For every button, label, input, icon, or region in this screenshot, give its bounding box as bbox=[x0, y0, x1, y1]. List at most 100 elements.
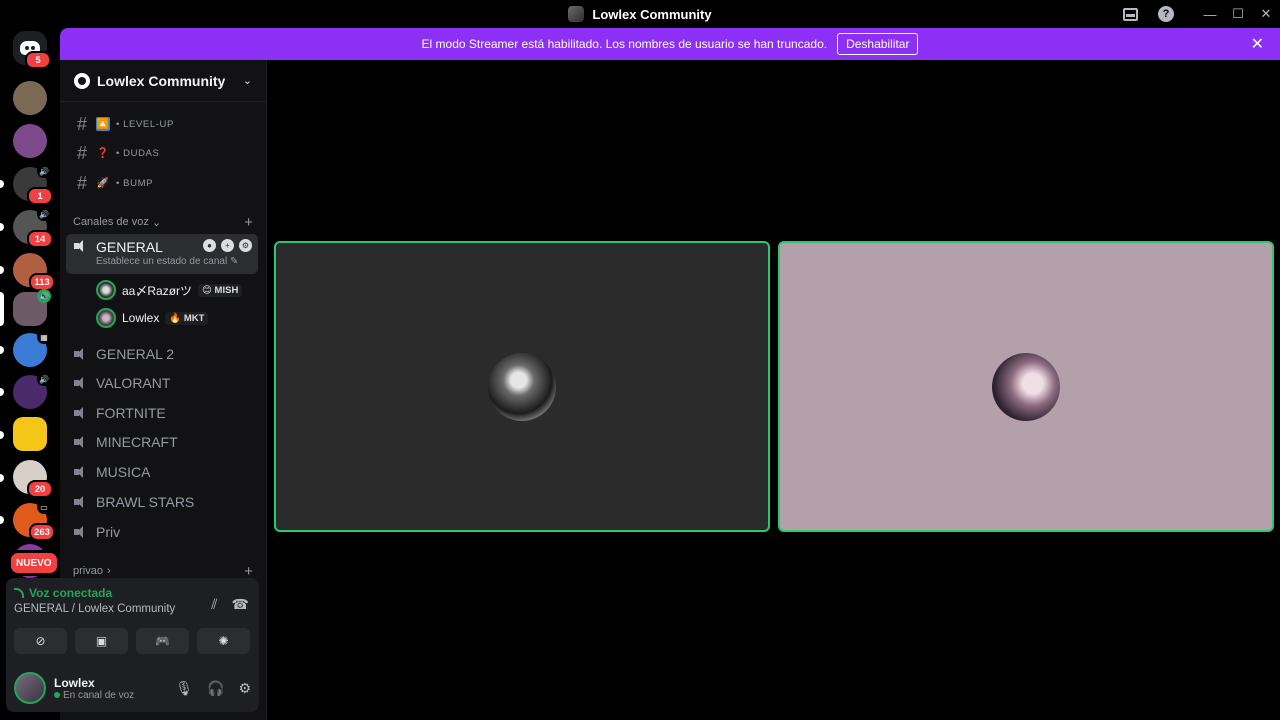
selected-pill bbox=[0, 292, 4, 326]
participant-tile[interactable] bbox=[778, 241, 1274, 532]
streamer-mode-message: El modo Streamer está habilitado. Los no… bbox=[421, 37, 828, 51]
disable-streamer-mode-button[interactable]: Deshabilitar bbox=[837, 33, 919, 55]
member-name: Lowlex bbox=[122, 311, 160, 325]
window-controls: ? — ☐ ✕ bbox=[1116, 0, 1280, 28]
close-banner-icon[interactable]: ✕ bbox=[1251, 34, 1264, 54]
add-channel-icon[interactable]: + bbox=[244, 214, 253, 231]
speaker-icon bbox=[74, 406, 90, 420]
speaker-icon bbox=[74, 495, 90, 509]
unread-pill bbox=[0, 223, 4, 231]
activities-button[interactable]: 🎮 bbox=[136, 628, 189, 654]
avatar bbox=[96, 280, 116, 300]
voice-channel-general-2[interactable]: GENERAL 2 bbox=[66, 340, 258, 368]
disconnect-icon[interactable]: ☎ bbox=[232, 596, 249, 613]
speaker-icon bbox=[74, 435, 90, 449]
chevron-right-icon: › bbox=[106, 565, 111, 577]
voice-channel-brawl-stars[interactable]: BRAWL STARS bbox=[66, 488, 258, 516]
chevron-down-icon: ⌄ bbox=[242, 75, 252, 87]
new-unreads-badge[interactable]: NUEVO bbox=[8, 550, 60, 576]
user-status: En canal de voz bbox=[54, 690, 175, 701]
close-window-button[interactable]: ✕ bbox=[1252, 0, 1280, 28]
text-channel-dudas[interactable]: # ❓ • DUDAS bbox=[74, 141, 159, 165]
guild-name: Lowlex Community bbox=[97, 72, 226, 89]
unread-pill bbox=[0, 388, 4, 396]
camera-off-button[interactable]: ⊘ bbox=[14, 628, 67, 654]
server-icon-recruit[interactable] bbox=[13, 417, 47, 451]
maximize-button[interactable]: ☐ bbox=[1224, 0, 1252, 28]
chat-icon[interactable]: ● bbox=[203, 239, 216, 252]
unread-pill bbox=[0, 474, 4, 482]
speaker-icon bbox=[74, 239, 90, 253]
voice-channel-name: MINECRAFT bbox=[96, 434, 178, 450]
channel-emoji: ❓ bbox=[96, 147, 110, 159]
voice-member[interactable]: Lowlex 🔥 MKT bbox=[96, 307, 209, 329]
voice-category-header[interactable]: Canales de voz ⌄ + bbox=[73, 214, 253, 231]
private-category-header[interactable]: privao › + bbox=[73, 563, 253, 580]
guild-badge-icon bbox=[74, 72, 90, 89]
voice-channel-name: Priv bbox=[96, 524, 121, 540]
voice-channel-fortnite[interactable]: FORTNITE bbox=[66, 399, 258, 427]
voice-channel-name: VALORANT bbox=[96, 375, 171, 391]
gear-icon[interactable]: ⚙ bbox=[238, 680, 251, 697]
voice-channel-general-active[interactable]: GENERAL Establece un estado de canal ✎ ●… bbox=[66, 234, 258, 274]
voice-member[interactable]: aa〆Razørツ 😊 MISH bbox=[96, 279, 243, 301]
server-icon-gw[interactable]: ▦ bbox=[13, 330, 51, 367]
voice-channel-valorant[interactable]: VALORANT bbox=[66, 369, 258, 397]
category-name: Canales de voz bbox=[73, 216, 149, 228]
speaker-icon bbox=[74, 465, 90, 479]
user-controls: 🎙 🎧 ⚙ bbox=[175, 680, 251, 697]
text-channel-bump[interactable]: # 🚀 • BUMP bbox=[74, 171, 153, 195]
signal-icon bbox=[14, 588, 24, 598]
server-icon[interactable]: 🔊 bbox=[13, 372, 51, 409]
member-tag: 🔥 MKT bbox=[165, 311, 209, 325]
server-icon[interactable]: 🔊 1 bbox=[13, 164, 53, 205]
minimize-button[interactable]: — bbox=[1196, 0, 1224, 28]
username: Lowlex bbox=[54, 675, 95, 690]
unread-pill bbox=[0, 516, 4, 524]
voice-channel-priv[interactable]: Priv bbox=[66, 518, 258, 546]
guild-header[interactable]: Lowlex Community ⌄ bbox=[60, 60, 266, 102]
speaker-icon bbox=[74, 376, 90, 390]
unread-pill bbox=[0, 180, 4, 188]
help-icon[interactable]: ? bbox=[1152, 0, 1180, 28]
user-info[interactable]: Lowlex En canal de voz bbox=[54, 676, 175, 701]
voice-activity-icon: 🔊 bbox=[37, 164, 51, 178]
speaker-icon bbox=[74, 347, 90, 361]
channel-name: • DUDAS bbox=[116, 147, 160, 159]
server-icon[interactable]: 20 bbox=[13, 460, 53, 498]
voice-channel-minecraft[interactable]: MINECRAFT bbox=[66, 428, 258, 456]
server-icon[interactable] bbox=[13, 124, 47, 158]
server-icon-selected[interactable]: 🔊 bbox=[13, 289, 51, 326]
add-channel-icon[interactable]: + bbox=[244, 563, 253, 580]
channel-status[interactable]: Establece un estado de canal ✎ bbox=[96, 256, 238, 267]
server-thumbnail-icon bbox=[568, 6, 585, 22]
gear-icon[interactable]: ⚙ bbox=[239, 239, 252, 252]
member-name: aa〆Razørツ bbox=[122, 283, 193, 298]
server-icon[interactable]: ▭ 263 bbox=[13, 500, 55, 541]
headphones-icon[interactable]: 🎧 bbox=[207, 680, 224, 697]
participant-avatar bbox=[992, 352, 1060, 421]
avatar[interactable] bbox=[14, 672, 46, 704]
hash-icon: # bbox=[76, 142, 87, 163]
server-icon[interactable]: 🔊 14 bbox=[13, 207, 53, 248]
server-icon-comunidad-oculta[interactable] bbox=[13, 81, 47, 115]
server-icon[interactable]: 113 bbox=[13, 253, 55, 291]
participant-tile[interactable] bbox=[274, 241, 770, 532]
voice-activity-icon: 🔊 bbox=[37, 372, 51, 386]
channel-name: • LEVEL-UP bbox=[116, 118, 174, 130]
status-dot-icon bbox=[54, 692, 60, 698]
voice-channel-musica[interactable]: MUSICA bbox=[66, 458, 258, 486]
text-channel-level-up[interactable]: # 🔼 • LEVEL-UP bbox=[74, 112, 174, 136]
inbox-icon[interactable] bbox=[1116, 0, 1144, 28]
voice-activity-icon: 🔊 bbox=[37, 207, 51, 221]
window-title-text: Lowlex Community bbox=[592, 6, 712, 22]
invite-icon[interactable]: + bbox=[221, 239, 234, 252]
share-screen-button[interactable]: ▣ bbox=[75, 628, 128, 654]
soundboard-button[interactable]: ✺ bbox=[197, 628, 250, 654]
microphone-icon[interactable]: 🎙 bbox=[175, 680, 193, 697]
mention-badge: 20 bbox=[27, 480, 53, 498]
home-button[interactable]: 5 bbox=[13, 31, 51, 69]
member-tag: 😊 MISH bbox=[198, 283, 243, 297]
noise-suppression-icon[interactable]: ⫽ bbox=[211, 596, 217, 613]
voice-channel-name: GENERAL 2 bbox=[96, 346, 175, 362]
